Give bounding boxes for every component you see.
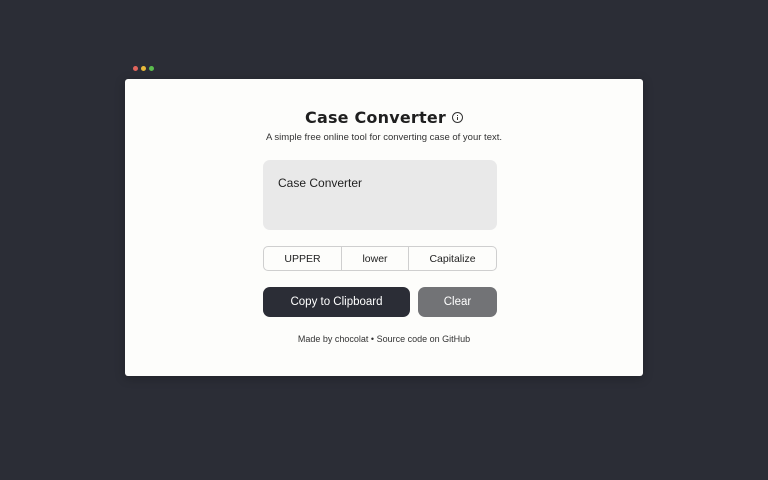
capitalize-button[interactable]: Capitalize [408, 247, 496, 270]
window-controls [133, 66, 154, 71]
zoom-window-dot[interactable] [149, 66, 154, 71]
lowercase-button[interactable]: lower [341, 247, 408, 270]
close-window-dot[interactable] [133, 66, 138, 71]
footer-separator: • [368, 334, 377, 344]
page-subtitle: A simple free online tool for converting… [265, 132, 503, 143]
header: Case Converter [125, 108, 643, 127]
app-window: Case Converter A simple free online tool… [125, 79, 643, 376]
minimize-window-dot[interactable] [141, 66, 146, 71]
author-link[interactable]: chocolat [335, 334, 369, 344]
footer: Made by chocolat • Source code on GitHub [125, 334, 643, 344]
footer-made-by-label: Made by [297, 334, 335, 344]
copy-to-clipboard-button[interactable]: Copy to Clipboard [263, 287, 410, 317]
uppercase-button[interactable]: UPPER [264, 247, 341, 270]
clear-button[interactable]: Clear [418, 287, 497, 317]
desktop-background: Case Converter A simple free online tool… [0, 0, 768, 480]
text-input-area[interactable] [263, 160, 497, 230]
case-options-group: UPPER lower Capitalize [263, 246, 497, 271]
info-circle-icon[interactable] [451, 112, 463, 123]
source-code-link[interactable]: Source code on GitHub [377, 334, 471, 344]
page-title: Case Converter [305, 108, 446, 127]
